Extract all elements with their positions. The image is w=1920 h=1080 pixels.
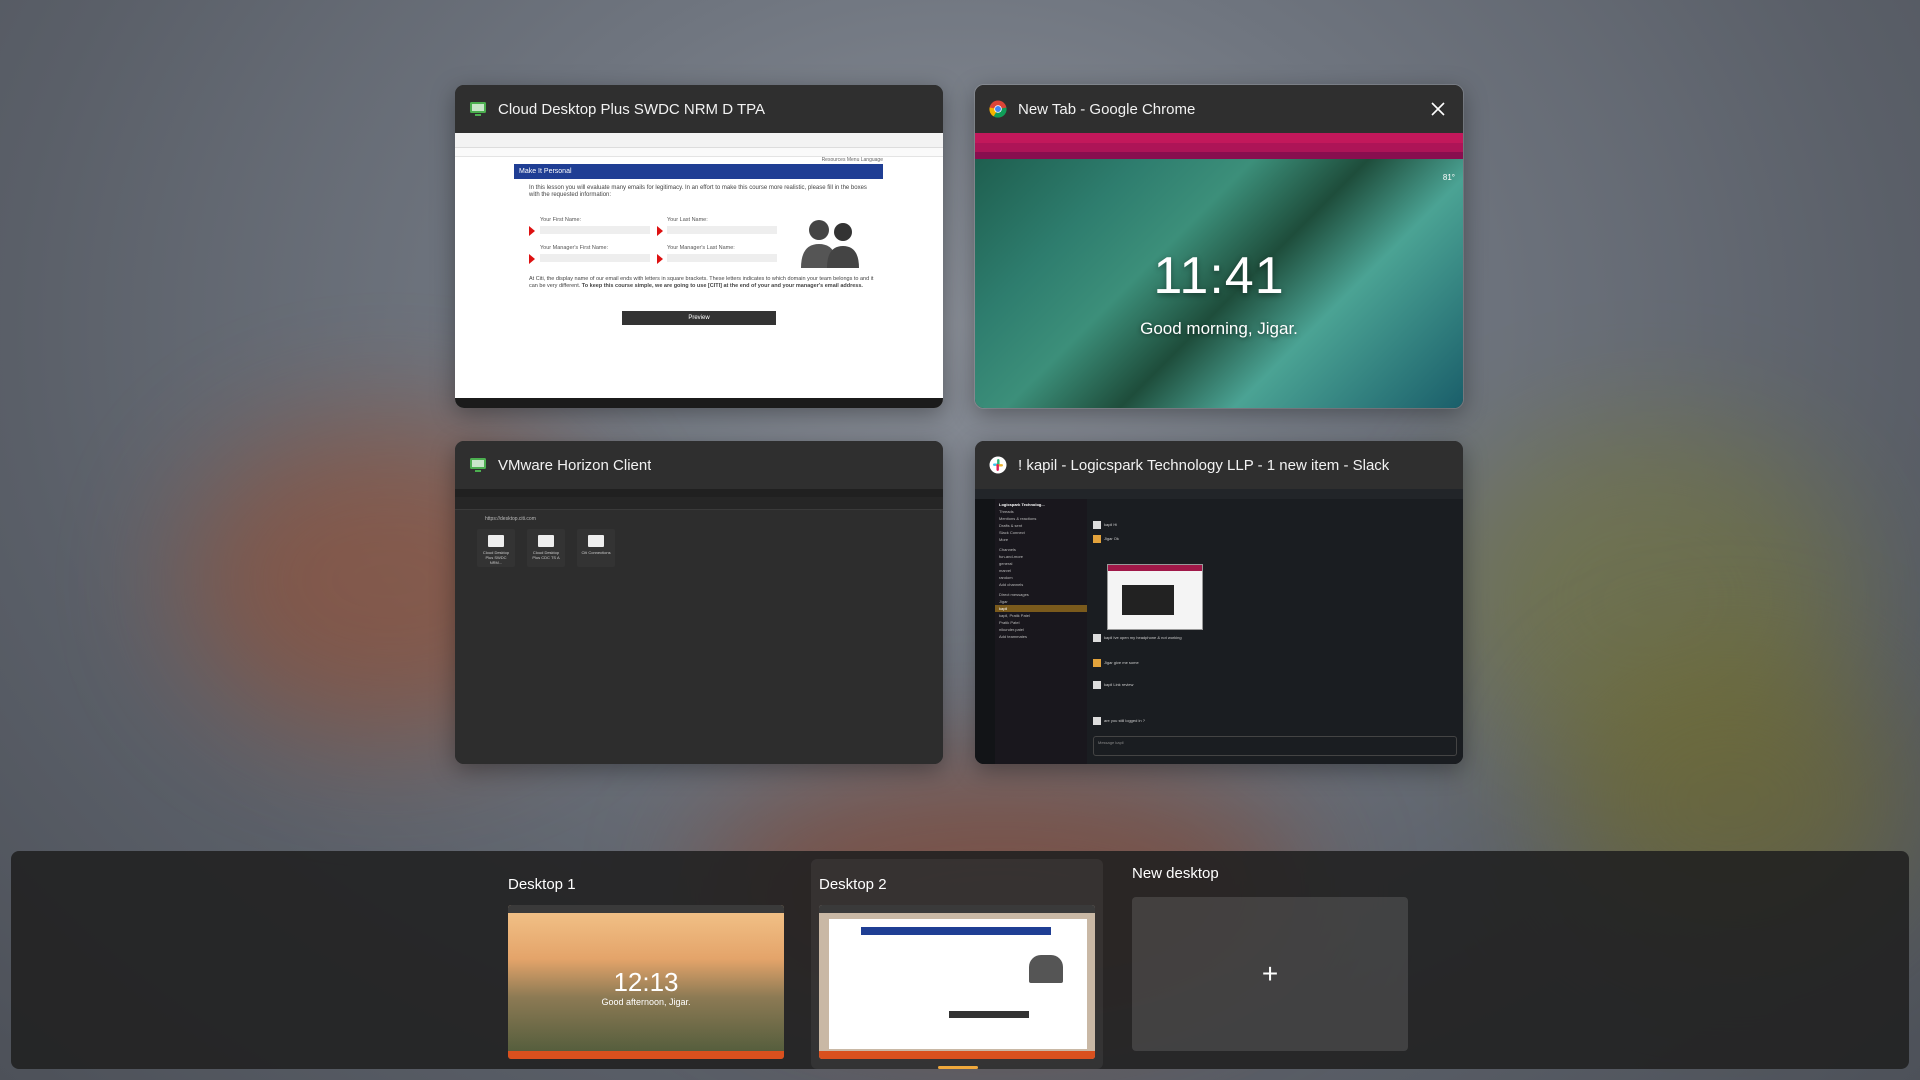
chrome-icon	[989, 100, 1007, 118]
remote-taskbar	[455, 398, 943, 408]
slack-message: kapil Hi	[1093, 521, 1117, 529]
window-preview: 81° 11:41 Good morning, Jigar.	[975, 133, 1463, 408]
slack-sidebar-item: Threads	[999, 509, 1014, 514]
slack-sidebar-item: fun-and-more	[999, 554, 1024, 559]
browser-address-bar	[975, 143, 1463, 152]
slack-sidebar-item-selected: kapil	[995, 605, 1087, 612]
close-icon	[1431, 102, 1445, 116]
monitor-icon	[469, 456, 487, 474]
browser-tabbar	[975, 133, 1463, 143]
slack-message: kapil Link review	[1093, 681, 1133, 689]
window-card-cloud-desktop[interactable]: Cloud Desktop Plus SWDC NRM D TPA Resour…	[455, 85, 943, 408]
window-preview: Logicspark Technolog... Threads Mentions…	[975, 489, 1463, 764]
window-title-bar: Cloud Desktop Plus SWDC NRM D TPA	[455, 85, 943, 133]
new-tab-clock: 11:41	[1153, 247, 1285, 305]
slack-conversation: kapil Hi Jigar Ok kapil Ive open my head…	[1087, 499, 1463, 764]
manager-last-name-label: Your Manager's Last Name:	[667, 245, 735, 251]
new-desktop-button[interactable]: +	[1132, 897, 1408, 1051]
slack-sidebar: Logicspark Technolog... Threads Mentions…	[995, 499, 1087, 764]
slack-workspace-rail	[975, 499, 995, 764]
course-note: At Citi, the display name of our email e…	[529, 276, 874, 289]
preview-button: Preview	[622, 311, 776, 325]
window-title: New Tab - Google Chrome	[1018, 100, 1196, 118]
manager-last-name-field	[667, 254, 777, 262]
slack-sidebar-item: Drafts & sent	[999, 523, 1023, 528]
desktop-label: Desktop 1	[508, 876, 576, 893]
slack-message: Jigar Ok	[1093, 535, 1119, 543]
desktop-thumbnail[interactable]	[819, 905, 1095, 1059]
weather-readout: 81°	[1442, 173, 1455, 182]
slack-sidebar-item: kapil, Pratik Patel	[999, 613, 1030, 618]
slack-sidebar-item: Slack Connect	[999, 530, 1025, 535]
desktop-1[interactable]: Desktop 1 12:13 Good afternoon, Jigar.	[500, 859, 792, 1069]
desktop-greeting: Good afternoon, Jigar.	[601, 997, 691, 1007]
slack-sidebar-item: Add channels	[999, 582, 1024, 587]
window-title-bar: VMware Horizon Client	[455, 441, 943, 489]
slack-sidebar-item: Jigar	[999, 599, 1008, 604]
first-name-field	[540, 226, 650, 234]
vmware-desktop-tile: Citi Connections	[577, 529, 615, 567]
window-title: ! kapil - Logicspark Technology LLP - 1 …	[1018, 456, 1390, 474]
window-card-vmware[interactable]: VMware Horizon Client https://desktop.ci…	[455, 441, 943, 764]
people-icon	[797, 216, 865, 273]
active-desktop-indicator	[938, 1066, 978, 1069]
window-title: Cloud Desktop Plus SWDC NRM D TPA	[498, 100, 766, 118]
new-tab-greeting: Good morning, Jigar.	[1140, 319, 1298, 338]
slack-searchbar	[975, 489, 1463, 499]
slack-sidebar-item: Add teammates	[999, 634, 1028, 639]
window-card-chrome[interactable]: New Tab - Google Chrome 81° 11:41 Good m…	[974, 84, 1464, 409]
desktop-thumbnail[interactable]: 12:13 Good afternoon, Jigar.	[508, 905, 784, 1059]
course-banner: Make It Personal	[514, 164, 883, 179]
slack-sidebar-item: Mentions & reactions	[999, 516, 1037, 521]
vmware-desktop-tile: Cloud Desktop Plus SWDC NRM...	[477, 529, 515, 567]
close-window-button[interactable]	[1425, 96, 1451, 122]
slack-sidebar-item: nikunder.patel	[999, 627, 1024, 632]
manager-first-name-label: Your Manager's First Name:	[540, 245, 609, 251]
slack-message: kapil Ive open my headphone & not workin…	[1093, 634, 1182, 642]
virtual-desktops-bar: Desktop 1 12:13 Good afternoon, Jigar. D…	[11, 851, 1909, 1069]
last-name-field	[667, 226, 777, 234]
slack-icon	[989, 456, 1007, 474]
window-title-bar: ! kapil - Logicspark Technology LLP - 1 …	[975, 441, 1463, 489]
plus-icon: +	[1261, 958, 1279, 989]
required-marker	[657, 226, 663, 236]
slack-message: are you still logged in ?	[1093, 717, 1145, 725]
course-intro: In this lesson you will evaluate many em…	[529, 185, 867, 198]
vmware-titlebar	[455, 489, 943, 497]
window-title: VMware Horizon Client	[498, 456, 652, 474]
window-card-slack[interactable]: ! kapil - Logicspark Technology LLP - 1 …	[975, 441, 1463, 764]
vmware-toolbar	[455, 497, 943, 510]
slack-sidebar-item: general	[999, 561, 1013, 566]
window-title-bar: New Tab - Google Chrome	[975, 85, 1463, 133]
slack-sidebar-item: marvel	[999, 568, 1012, 573]
bookmarks-bar	[975, 152, 1463, 159]
slack-workspace-name: Logicspark Technolog...	[999, 502, 1045, 507]
first-name-label: Your First Name:	[540, 217, 582, 223]
window-preview: Resources Menu Language Make It Personal…	[455, 133, 943, 408]
required-marker	[529, 254, 535, 264]
slack-sidebar-item: Pratik Patel	[999, 620, 1020, 625]
manager-first-name-field	[540, 254, 650, 262]
course-top-nav: Resources Menu Language	[821, 157, 883, 163]
window-preview: https://desktop.citi.com Cloud Desktop P…	[455, 489, 943, 764]
browser-tabbar	[455, 133, 943, 148]
new-desktop-label: New desktop	[1132, 865, 1219, 882]
vmware-desktop-tile: Cloud Desktop Plus CDC TS A	[527, 529, 565, 567]
browser-address-bar	[455, 148, 943, 157]
desktop-2[interactable]: Desktop 2	[811, 859, 1103, 1069]
required-marker	[529, 226, 535, 236]
slack-sidebar-item: random	[999, 575, 1013, 580]
slack-sidebar-item: More	[999, 537, 1009, 542]
last-name-label: Your Last Name:	[667, 217, 708, 223]
monitor-icon	[469, 100, 487, 118]
required-marker	[657, 254, 663, 264]
vmware-server-url: https://desktop.citi.com	[485, 516, 536, 522]
slack-message: Jigar give me some	[1093, 659, 1139, 667]
desktop-label: Desktop 2	[819, 876, 887, 893]
desktop-clock: 12:13	[613, 967, 679, 997]
slack-sidebar-item: Direct messages	[999, 592, 1029, 597]
slack-message-input: Message kapil	[1093, 736, 1457, 756]
slack-shared-screenshot	[1107, 564, 1203, 630]
slack-sidebar-item: Channels	[999, 547, 1016, 552]
